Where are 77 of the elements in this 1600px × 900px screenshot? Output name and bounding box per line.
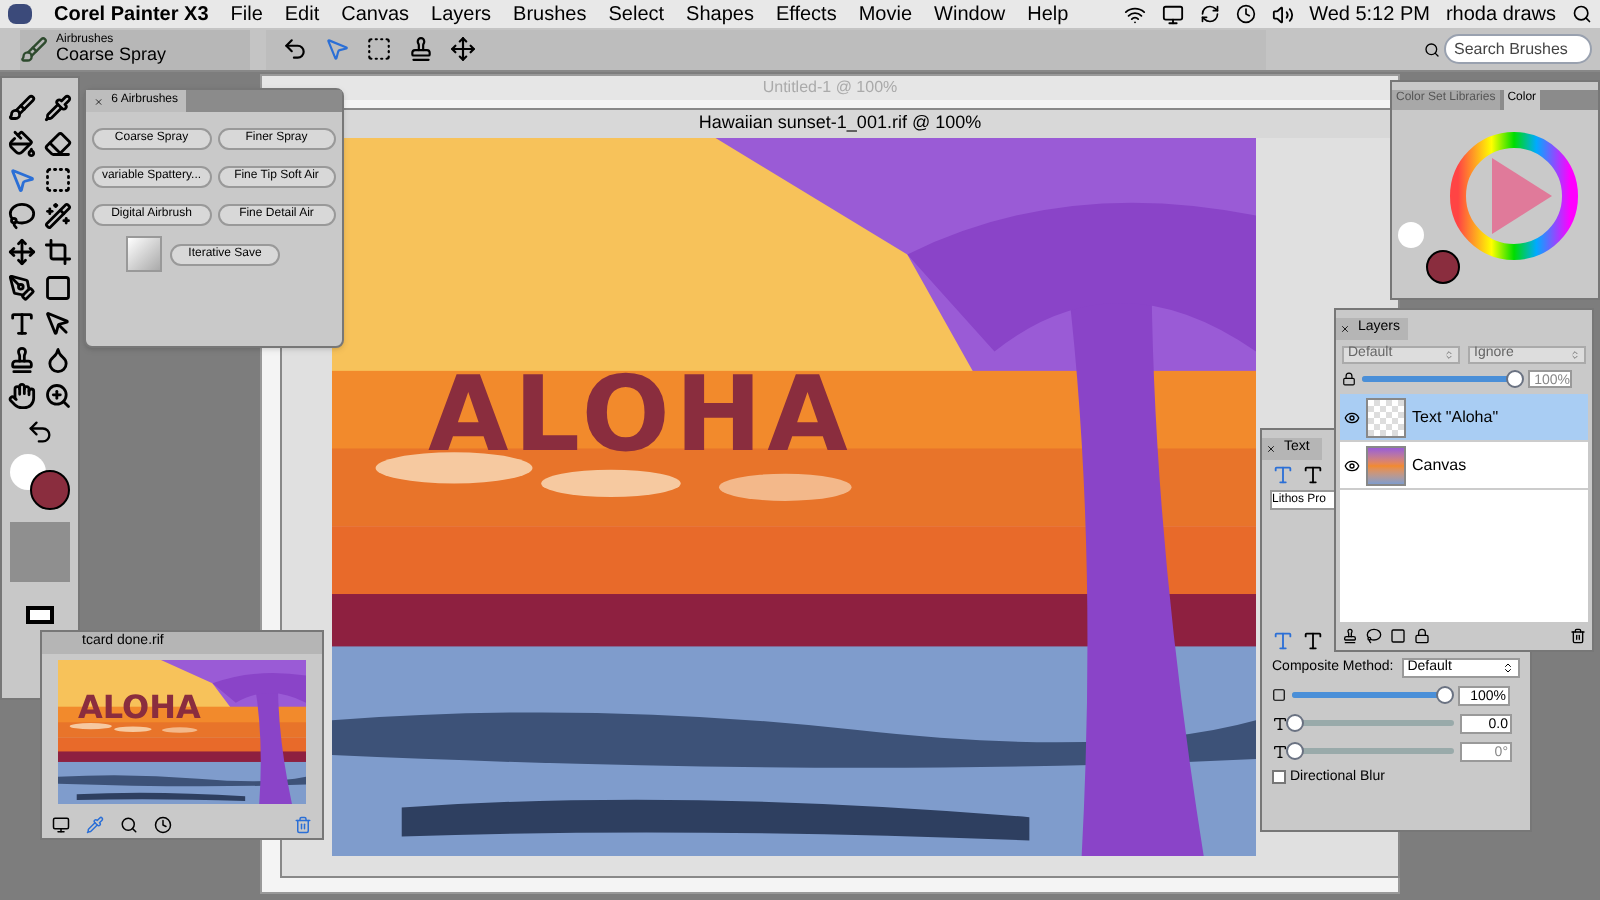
visibility-icon[interactable] xyxy=(1344,457,1360,473)
checkbox[interactable] xyxy=(1272,770,1286,785)
layer-thumbnail xyxy=(1366,397,1406,437)
lock-icon[interactable] xyxy=(1342,372,1356,386)
search-icon[interactable] xyxy=(1572,4,1592,24)
paint-bucket-icon[interactable] xyxy=(8,130,36,158)
artwork-text: ALOHA xyxy=(78,686,201,730)
text-style-icon[interactable] xyxy=(1302,630,1324,652)
slider-thumb[interactable] xyxy=(1286,742,1304,760)
slider-thumb[interactable] xyxy=(1506,370,1524,388)
menu-item[interactable]: Effects xyxy=(775,0,837,29)
crop-icon[interactable] xyxy=(44,238,72,266)
app-menu[interactable]: Corel Painter X3 xyxy=(54,0,209,29)
app-icon[interactable] xyxy=(8,4,32,24)
pen-icon[interactable] xyxy=(8,274,36,302)
undo-icon[interactable] xyxy=(26,418,54,446)
menu-item[interactable]: File xyxy=(230,0,263,29)
eraser-icon[interactable] xyxy=(44,130,72,158)
menu-item[interactable]: Window xyxy=(934,0,1006,29)
main-color-swatch[interactable] xyxy=(1426,250,1460,284)
menu-item[interactable]: Movie xyxy=(858,0,913,29)
rectangle-select-icon[interactable] xyxy=(44,166,72,194)
arrow-icon[interactable] xyxy=(44,310,72,338)
menu-item[interactable]: Edit xyxy=(284,0,320,29)
magic-wand-icon[interactable] xyxy=(44,202,72,230)
menu-item[interactable]: Help xyxy=(1027,0,1069,29)
main-color-swatch[interactable] xyxy=(30,470,70,510)
menu-item[interactable]: Layers xyxy=(431,0,492,29)
volume-icon[interactable] xyxy=(1271,3,1294,25)
reset-tool-icon[interactable] xyxy=(282,36,308,62)
lasso-icon[interactable] xyxy=(8,202,36,230)
zoom-icon[interactable] xyxy=(120,815,138,833)
lock-icon[interactable] xyxy=(1414,628,1430,644)
blender-icon[interactable] xyxy=(44,346,72,374)
menu-item[interactable]: Select xyxy=(608,0,665,29)
visibility-icon[interactable] xyxy=(1344,409,1360,425)
blur-angle-icon xyxy=(1272,743,1288,759)
palm-tree-drawing xyxy=(212,672,306,804)
clock-icon[interactable] xyxy=(1235,4,1256,24)
slider-thumb[interactable] xyxy=(1436,686,1454,704)
grabber-icon[interactable] xyxy=(8,382,36,410)
chevron-icon xyxy=(1444,350,1454,360)
slider-thumb[interactable] xyxy=(1286,714,1304,732)
stamp-icon[interactable] xyxy=(8,346,36,374)
clock-text: Wed 5:12 PM xyxy=(1309,1,1430,29)
paper-swatch[interactable] xyxy=(10,522,70,582)
layer-row[interactable]: Canvas xyxy=(1340,442,1588,490)
brush-icon[interactable] xyxy=(8,94,36,122)
menu-item[interactable]: Canvas xyxy=(341,0,410,29)
text-style-icon[interactable] xyxy=(1302,464,1324,486)
menu-item[interactable]: Brushes xyxy=(513,0,587,29)
rectangle-icon[interactable] xyxy=(44,274,72,302)
secondary-color-swatch[interactable] xyxy=(1398,222,1424,248)
blur-amount-icon xyxy=(1272,715,1288,731)
color-wheel[interactable] xyxy=(1448,130,1580,262)
brush-icon xyxy=(20,35,48,63)
layer-thumbnail xyxy=(1366,445,1406,485)
menu-item[interactable]: Shapes xyxy=(686,0,754,29)
sync-icon[interactable] xyxy=(1199,4,1220,24)
layer-row[interactable]: Text "Aloha" xyxy=(1340,394,1588,442)
wifi-icon[interactable] xyxy=(1123,3,1146,25)
move-icon[interactable] xyxy=(8,238,36,266)
layer-adjuster-icon[interactable] xyxy=(324,36,350,62)
text-tool-icon[interactable] xyxy=(8,310,36,338)
search-icon xyxy=(1424,41,1440,57)
trash-icon[interactable] xyxy=(1570,628,1586,644)
screen-mode-icon[interactable] xyxy=(26,606,54,624)
chevron-icon xyxy=(1570,350,1580,360)
brush-variant: Coarse Spray xyxy=(56,46,167,64)
dropper-icon[interactable] xyxy=(44,94,72,122)
brush-preview[interactable] xyxy=(126,236,162,272)
user-menu[interactable]: rhoda draws xyxy=(1445,0,1556,29)
artwork-text: ALOHA xyxy=(428,354,853,480)
zoom-icon[interactable] xyxy=(44,382,72,410)
display-icon[interactable] xyxy=(1161,3,1184,25)
search-field[interactable]: Search Brushes xyxy=(1444,34,1592,64)
window-title: Untitled-1 @ 100% xyxy=(262,76,1398,100)
